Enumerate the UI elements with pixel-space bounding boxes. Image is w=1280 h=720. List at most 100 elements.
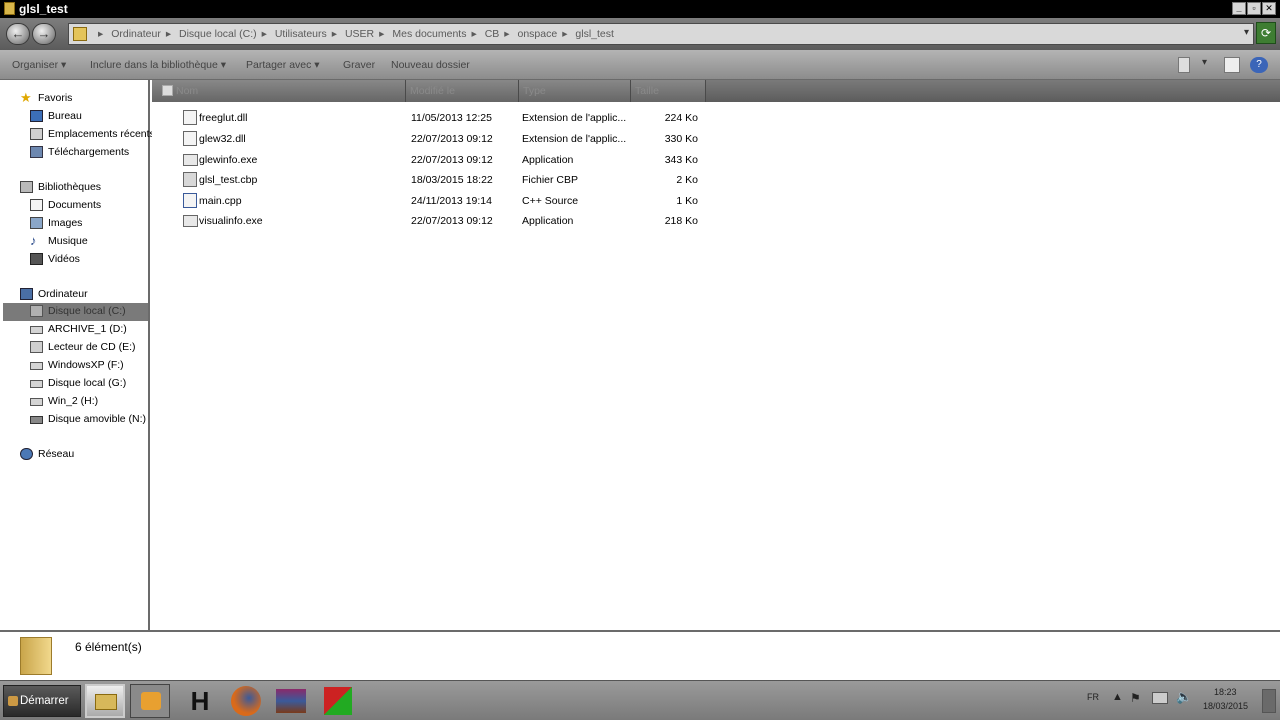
app-taskbar-button[interactable] — [318, 684, 358, 718]
documents-icon — [30, 199, 43, 211]
firefox-taskbar-button[interactable] — [226, 684, 266, 718]
volume-icon[interactable]: 🔈 — [1176, 689, 1192, 705]
close-button[interactable]: ✕ — [1262, 2, 1276, 15]
breadcrumb-item[interactable]: glsl_test — [575, 28, 614, 40]
action-center-flag-icon[interactable]: ⚑ — [1130, 691, 1141, 705]
breadcrumb-item[interactable]: Disque local (C:) — [179, 28, 257, 40]
nav-label: ARCHIVE_1 (D:) — [48, 323, 127, 335]
drive-icon — [30, 305, 43, 317]
breadcrumb-item[interactable]: USER — [345, 28, 374, 40]
share-menu[interactable]: Partager avec ▾ — [246, 59, 320, 71]
help-icon[interactable]: ? — [1250, 57, 1268, 73]
command-bar: Organiser ▾ Inclure dans la bibliothèque… — [0, 50, 1280, 80]
breadcrumb-item[interactable]: Utilisateurs — [275, 28, 327, 40]
column-header-modified[interactable]: Modifié le — [406, 80, 519, 102]
organize-label: Organiser — [12, 59, 59, 71]
exe-file-icon — [183, 215, 198, 227]
breadcrumb-item[interactable]: Ordinateur — [111, 28, 161, 40]
chevron-down-icon: ▾ — [61, 59, 67, 71]
start-button[interactable]: Démarrer — [3, 685, 81, 717]
include-library-label: Inclure dans la bibliothèque — [90, 59, 218, 71]
nav-label: Disque local (G:) — [48, 377, 127, 389]
burn-label: Graver — [343, 59, 376, 71]
forward-button[interactable]: → — [32, 23, 56, 45]
select-all-checkbox[interactable] — [162, 85, 173, 96]
file-row[interactable]: glew32.dll 22/07/2013 09:12 Extension de… — [152, 129, 712, 149]
h-app-taskbar-button[interactable]: H — [180, 684, 220, 718]
column-header-name[interactable]: Nom — [152, 80, 406, 102]
nav-item-drive-c[interactable]: Disque local (C:) — [3, 303, 148, 321]
include-library-menu[interactable]: Inclure dans la bibliothèque ▾ — [90, 59, 226, 71]
item-count: 6 élément(s) — [75, 640, 142, 654]
file-row[interactable]: main.cpp 24/11/2013 19:14 C++ Source 1 K… — [152, 191, 712, 211]
view-options-icon[interactable] — [1178, 57, 1190, 73]
downloads-icon — [30, 146, 43, 158]
new-folder-button[interactable]: Nouveau dossier — [391, 59, 470, 71]
maximize-button[interactable]: ▫ — [1247, 2, 1261, 15]
cbp-file-icon — [183, 172, 197, 187]
app-icon — [324, 687, 352, 715]
recent-places-icon — [30, 128, 43, 140]
chevron-down-icon[interactable]: ▾ — [1202, 57, 1216, 73]
file-row[interactable]: glewinfo.exe 22/07/2013 09:12 Applicatio… — [152, 150, 712, 170]
nav-label: WindowsXP (F:) — [48, 359, 124, 371]
chevron-down-icon[interactable]: ▾ — [1244, 27, 1249, 38]
preview-pane-icon[interactable] — [1224, 57, 1240, 73]
breadcrumb-item[interactable]: CB — [485, 28, 500, 40]
minimize-button[interactable]: _ — [1232, 2, 1246, 15]
column-label: Modifié le — [410, 85, 455, 97]
winrar-taskbar-button[interactable] — [272, 684, 312, 718]
drive-icon — [30, 380, 43, 388]
burn-button[interactable]: Graver — [343, 59, 375, 71]
network-icon — [20, 448, 33, 460]
file-size: 218 Ko — [664, 215, 698, 227]
column-header-size[interactable]: Taille — [631, 80, 706, 102]
exe-file-icon — [183, 154, 198, 166]
file-name: glew32.dll — [199, 133, 246, 145]
address-field[interactable]: ▸ Ordinateur ▸ Disque local (C:) ▸ Utilisa… — [68, 23, 1254, 45]
column-header-row: Nom Modifié le Type Taille — [152, 80, 1280, 102]
file-type: C++ Source — [522, 195, 579, 207]
file-modified: 22/07/2013 09:12 — [411, 215, 493, 227]
winrar-icon — [276, 689, 306, 713]
clock-time[interactable]: 18:23 — [1214, 687, 1237, 697]
nav-label: Téléchargements — [48, 146, 130, 158]
file-modified: 24/11/2013 19:14 — [411, 195, 492, 207]
back-button[interactable]: ← — [6, 23, 30, 45]
explorer-taskbar-button[interactable] — [85, 684, 125, 718]
file-row[interactable]: freeglut.dll 11/05/2013 12:25 Extension … — [152, 108, 712, 128]
nav-label: Emplacements récents — [48, 128, 155, 140]
file-size: 330 Ko — [664, 133, 698, 145]
file-row[interactable]: visualinfo.exe 22/07/2013 09:12 Applicat… — [152, 211, 712, 231]
file-row[interactable]: glsl_test.cbp 18/03/2015 18:22 Fichier C… — [152, 170, 712, 190]
clock-date[interactable]: 18/03/2015 — [1203, 701, 1248, 711]
chevron-down-icon: ▾ — [314, 59, 320, 71]
window-title-bar: glsl_test _ ▫ ✕ — [0, 0, 1280, 18]
nav-label: Ordinateur — [38, 288, 88, 300]
refresh-button[interactable]: ⟳ — [1256, 22, 1276, 44]
network-status-icon[interactable] — [1152, 692, 1168, 704]
library-icon — [20, 181, 33, 193]
breadcrumb-item[interactable]: onspace — [517, 28, 557, 40]
nav-label: Vidéos — [48, 253, 80, 265]
file-type: Fichier CBP — [522, 174, 579, 186]
drive-icon — [30, 398, 43, 406]
file-type: Extension de l'applic... — [522, 112, 627, 124]
taskbar: Démarrer H FR ▲ ⚑ 🔈 18:23 18/03/2015 — [0, 680, 1280, 720]
file-modified: 11/05/2013 12:25 — [411, 112, 492, 124]
organize-menu[interactable]: Organiser ▾ — [12, 59, 66, 71]
media-player-taskbar-button[interactable] — [130, 684, 170, 718]
star-icon: ★ — [20, 90, 32, 105]
nav-label: Favoris — [38, 92, 73, 104]
address-bar-area: ← → ▸ Ordinateur ▸ Disque local (C:) ▸ Uti… — [0, 18, 1280, 50]
column-header-type[interactable]: Type — [519, 80, 631, 102]
column-label: Taille — [635, 85, 659, 97]
language-indicator[interactable]: FR — [1087, 692, 1099, 702]
show-desktop-button[interactable] — [1262, 689, 1276, 713]
computer-icon — [20, 288, 33, 300]
show-hidden-icons-button[interactable]: ▲ — [1112, 691, 1123, 703]
windows-logo-icon — [8, 696, 18, 706]
file-size: 1 Ko — [676, 195, 698, 207]
breadcrumb-item[interactable]: Mes documents — [392, 28, 466, 40]
drive-icon — [30, 326, 43, 334]
